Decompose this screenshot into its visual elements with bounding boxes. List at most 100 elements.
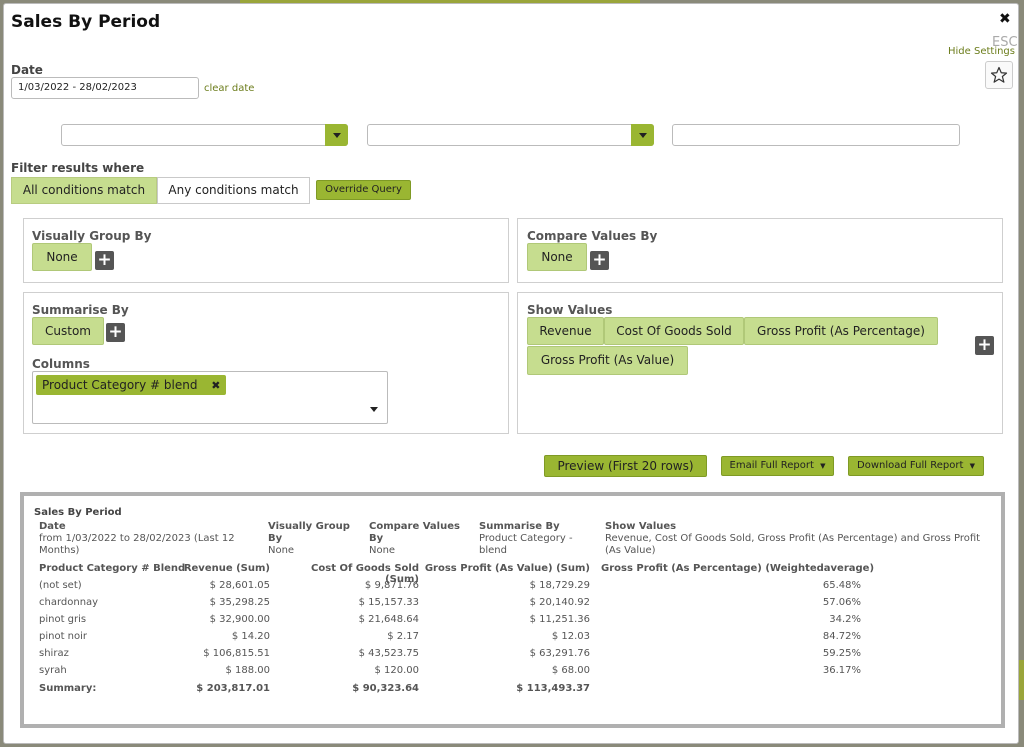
row-value-cell: $ 18,729.29 — [529, 580, 590, 591]
row-value-cell: $ 188.00 — [225, 665, 270, 676]
row-value-cell: 84.72% — [822, 631, 861, 642]
date-range-input[interactable]: 1/03/2022 - 28/02/2023 — [11, 77, 199, 99]
email-report-button[interactable]: Email Full Report ▼ — [721, 456, 834, 476]
columns-title: Columns — [32, 357, 90, 371]
row-value-cell: $ 68.00 — [551, 665, 590, 676]
row-value-cell: 59.25% — [822, 648, 861, 659]
add-compare-icon[interactable]: + — [590, 251, 609, 270]
column-tag: Product Category # blend ✖ — [36, 375, 227, 395]
row-value-cell: $ 35,298.25 — [209, 597, 270, 608]
row-value-cell: $ 32,900.00 — [209, 614, 270, 625]
summarise-title: Summarise By — [32, 303, 129, 317]
meta-values-heading: Show Values — [605, 521, 677, 532]
chevron-down-icon — [631, 124, 654, 146]
report-preview: Sales By Period Date from 1/03/2022 to 2… — [20, 492, 1005, 728]
favorite-button[interactable] — [985, 61, 1013, 89]
summary-label: Summary: — [39, 683, 97, 694]
report-modal: Sales By Period ✖ ESC Hide Settings Date… — [3, 3, 1019, 744]
show-values-title: Show Values — [527, 303, 613, 317]
override-query-button[interactable]: Override Query — [316, 180, 411, 200]
caret-down-icon: ▼ — [969, 462, 975, 470]
row-value-cell: $ 9,871.76 — [364, 580, 419, 591]
row-value-cell: $ 11,251.36 — [529, 614, 590, 625]
visually-group-panel: Visually Group By None + — [23, 218, 509, 283]
any-conditions-toggle[interactable]: Any conditions match — [157, 177, 310, 204]
hide-settings-link[interactable]: Hide Settings — [948, 46, 1015, 57]
meta-compare-value: None — [369, 545, 396, 556]
email-report-label: Email Full Report — [729, 460, 814, 471]
compare-values-chip[interactable]: None — [527, 243, 587, 271]
row-value-cell: $ 63,291.76 — [529, 648, 590, 659]
row-category-cell: chardonnay — [39, 597, 99, 608]
row-value-cell: $ 20,140.92 — [529, 597, 590, 608]
show-values-panel: Show Values Revenue Cost Of Goods Sold G… — [517, 292, 1003, 434]
col-header: Gross Profit (As Percentage) (Weightedav… — [601, 563, 875, 574]
add-summarise-icon[interactable]: + — [106, 323, 125, 342]
row-value-cell: 57.06% — [822, 597, 861, 608]
row-value-cell: 34.2% — [829, 614, 861, 625]
row-value-cell: $ 12.03 — [551, 631, 590, 642]
summarise-panel: Summarise By Custom + Columns Product Ca… — [23, 292, 509, 434]
preview-button[interactable]: Preview (First 20 rows) — [544, 455, 707, 477]
show-value-chip[interactable]: Gross Profit (As Value) — [527, 346, 688, 375]
row-value-cell: $ 120.00 — [374, 665, 419, 676]
meta-summarise-heading: Summarise By — [479, 521, 560, 532]
caret-down-icon: ▼ — [820, 462, 826, 470]
row-category-cell: (not set) — [39, 580, 82, 591]
add-group-icon[interactable]: + — [95, 251, 114, 270]
row-value-cell: $ 43,523.75 — [358, 648, 419, 659]
visually-group-title: Visually Group By — [32, 229, 152, 243]
row-value-cell: $ 21,648.64 — [358, 614, 419, 625]
meta-date-heading: Date — [39, 521, 66, 532]
chevron-down-icon — [325, 124, 348, 146]
row-category-cell: pinot noir — [39, 631, 88, 642]
row-value-cell: 36.17% — [822, 665, 861, 676]
visually-group-chip[interactable]: None — [32, 243, 92, 271]
star-icon — [990, 66, 1008, 83]
close-icon[interactable]: ✖ — [999, 11, 1011, 27]
meta-group-value: None — [268, 545, 295, 556]
meta-values-value: Revenue, Cost Of Goods Sold, Gross Profi… — [605, 533, 981, 556]
summary-value-cell: $ 113,493.37 — [516, 683, 590, 694]
show-value-chip[interactable]: Gross Profit (As Percentage) — [744, 317, 938, 345]
row-value-cell: $ 15,157.33 — [358, 597, 419, 608]
chevron-down-icon[interactable] — [370, 407, 378, 412]
show-value-chip[interactable]: Revenue — [527, 317, 604, 345]
compare-values-title: Compare Values By — [527, 229, 658, 243]
col-header: Gross Profit (As Value) (Sum) — [424, 563, 590, 574]
report-title: Sales By Period — [34, 507, 122, 518]
add-value-icon[interactable]: + — [975, 336, 994, 355]
show-value-chip[interactable]: Cost Of Goods Sold — [604, 317, 744, 345]
summarise-chip[interactable]: Custom — [32, 317, 104, 345]
row-category-cell: pinot gris — [39, 614, 87, 625]
date-label: Date — [11, 63, 43, 77]
meta-summarise-value: Product Category - blend — [479, 533, 573, 556]
row-value-cell: $ 2.17 — [387, 631, 419, 642]
row-value-cell: 65.48% — [822, 580, 861, 591]
download-report-label: Download Full Report — [857, 460, 964, 471]
columns-multiselect[interactable]: Product Category # blend ✖ — [32, 371, 388, 424]
summary-value-cell: $ 90,323.64 — [352, 683, 419, 694]
filter-value-input[interactable] — [672, 124, 960, 146]
meta-group-heading: Visually Group By — [268, 521, 350, 544]
row-value-cell: $ 28,601.05 — [209, 580, 270, 591]
summary-value-cell: $ 203,817.01 — [196, 683, 270, 694]
filter-operator-select[interactable] — [367, 124, 654, 146]
filter-field-select[interactable] — [61, 124, 348, 146]
compare-values-panel: Compare Values By None + — [517, 218, 1003, 283]
all-conditions-toggle[interactable]: All conditions match — [11, 177, 157, 204]
meta-date-value: from 1/03/2022 to 28/02/2023 (Last 12 Mo… — [39, 533, 235, 556]
row-category-cell: shiraz — [39, 648, 69, 659]
row-category-cell: syrah — [39, 665, 67, 676]
download-report-button[interactable]: Download Full Report ▼ — [848, 456, 984, 476]
row-value-cell: $ 106,815.51 — [203, 648, 270, 659]
remove-tag-icon[interactable]: ✖ — [211, 379, 220, 392]
filter-label: Filter results where — [11, 161, 145, 175]
row-value-cell: $ 14.20 — [231, 631, 270, 642]
clear-date-link[interactable]: clear date — [204, 83, 254, 94]
col-header: Revenue (Sum) — [183, 563, 270, 574]
meta-compare-heading: Compare Values By — [369, 521, 460, 544]
col-header: Product Category # Blend — [39, 563, 186, 574]
modal-title: Sales By Period — [11, 12, 161, 32]
column-tag-label: Product Category # blend — [42, 378, 198, 392]
